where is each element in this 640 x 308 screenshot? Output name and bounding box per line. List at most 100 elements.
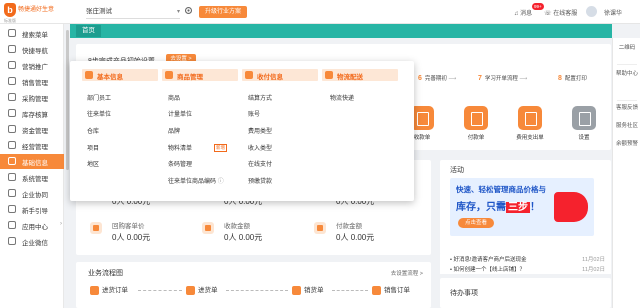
news-date: 11月02日 [582, 257, 605, 263]
menu-item[interactable]: 费用类型 [248, 126, 272, 135]
setup-step[interactable]: 6 完善期初 ⟶ [418, 74, 456, 86]
chevron-down-icon: ▾ [176, 9, 180, 15]
megaphone-icon [554, 192, 588, 222]
menu-item[interactable]: 结算方式 [248, 93, 272, 102]
sidebar-item-label: 基础信息 [22, 160, 48, 167]
sidebar-item-funds[interactable]: 资金管理 [0, 122, 64, 137]
menu-item[interactable]: 项目 [87, 143, 99, 152]
stat-card[interactable]: 付款金额 0人 0.00元 [314, 220, 424, 248]
avatar[interactable] [586, 6, 597, 17]
flow-connector [138, 290, 182, 291]
sidebar-item-inventory[interactable]: 库存核算 [0, 106, 64, 121]
sidebar-item-guide[interactable]: 新手引导 [0, 202, 64, 217]
wallet-icon [8, 125, 16, 133]
menu-group-title: 物流配送 [337, 74, 363, 81]
activity-title: 活动 [450, 167, 464, 174]
menu-item[interactable]: 往来单位 [87, 109, 111, 118]
menu-item[interactable]: 在线支付 [248, 159, 272, 168]
flow-node[interactable]: 销售订单 [372, 284, 410, 296]
rail-feedback[interactable]: 客服反馈 [613, 104, 640, 112]
stat-title: 收款金额 [224, 223, 250, 230]
tab-home[interactable]: 首页 [76, 25, 101, 37]
menu-item[interactable]: 账号 [248, 109, 260, 118]
sidebar-item-label: 应用中心 [22, 224, 48, 231]
flow-node[interactable]: 销货单 [292, 284, 324, 296]
quick-expense[interactable]: 费用支出单 [514, 106, 546, 141]
sidebar-item-apps[interactable]: 应用中心 › [0, 218, 64, 233]
online-service-button[interactable]: ☏ 在线客服 [544, 8, 577, 17]
menu-item[interactable]: 仓库 [87, 126, 99, 135]
rail-help[interactable]: 帮助中心 [613, 70, 640, 78]
menu-item[interactable]: 往来单位商品编码 ⓘ [168, 176, 224, 185]
stat-card[interactable]: 回购客单价 0人 0.00元 [90, 220, 200, 248]
sidebar-item-collaboration[interactable]: 企业协同 [0, 186, 64, 201]
stat-card[interactable]: 收款金额 0人 0.00元 [202, 220, 312, 248]
flow-node-label: 进货单 [198, 287, 218, 294]
app-logo[interactable]: b 畅捷通好生意 标准版 [4, 3, 54, 23]
user-name[interactable]: 徐课华 [604, 8, 622, 17]
messages-button[interactable]: ♫ 消息 [514, 8, 532, 17]
stat-title: 付款金额 [336, 223, 362, 230]
upgrade-plan-button[interactable]: 升级行业方案 [199, 6, 247, 18]
menu-group-header: 收付信息 [242, 69, 318, 81]
online-service-label: 在线客服 [553, 11, 578, 17]
bell-icon: ♫ [514, 11, 519, 17]
sidebar-item-purchase[interactable]: 采购管理 [0, 90, 64, 105]
sidebar-item-marketing[interactable]: 营销推广 [0, 58, 64, 73]
stat-count: 0人 [112, 233, 125, 242]
flag-icon [8, 205, 16, 213]
sidebar-item-system[interactable]: 系统管理 [0, 170, 64, 185]
menu-item[interactable]: 条码管理 [168, 159, 192, 168]
promo-banner[interactable]: 快速、轻松管理商品价格与 库存，只需 三步！ 点击查看 [450, 178, 594, 236]
setup-step[interactable]: 7 学习开单流程 ⟶ [478, 74, 527, 86]
sidebar-scrollbar[interactable] [66, 30, 69, 170]
purchase-order-icon [90, 285, 99, 295]
payment-icon [245, 71, 253, 79]
flow-settings-link[interactable]: 去设置流程 > [391, 269, 423, 277]
quick-label: 设置 [578, 135, 590, 141]
sidebar-item-sales[interactable]: 销售管理 [0, 74, 64, 89]
rail-community[interactable]: 服务社区 [613, 122, 640, 130]
menu-item[interactable]: 品牌 [168, 126, 180, 135]
sidebar-item-search[interactable]: 搜索菜单 [0, 26, 64, 41]
store-select[interactable]: 张庄测试 ▾ [86, 6, 180, 19]
news-date: 11月02日 [582, 267, 605, 273]
gear-icon[interactable] [184, 6, 193, 15]
sidebar-item-basic-info[interactable]: 基础信息 [0, 154, 64, 169]
sidebar-item-label: 营销推广 [22, 64, 48, 71]
menu-item-label: 往来单位商品编码 [168, 179, 217, 185]
sidebar-item-shortcuts[interactable]: 快捷导航 [0, 42, 64, 57]
sidebar-item-operations[interactable]: 经营管理 [0, 138, 64, 153]
news-item[interactable]: • 如何创建一个【线上店铺】？ 11月02日 [450, 265, 605, 273]
menu-item[interactable]: 部门员工 [87, 93, 111, 102]
menu-item[interactable]: 收入类型 [248, 143, 272, 152]
news-text: • 如何创建一个【线上店铺】？ [450, 267, 525, 273]
menu-group-header: 商品管理 [162, 69, 238, 81]
sidebar-item-label: 企业微信 [22, 240, 48, 247]
menu-item[interactable]: 地区 [87, 159, 99, 168]
rail-balance-alert[interactable]: 余额预警 [613, 140, 640, 148]
step-label: 学习开单流程 [484, 76, 518, 82]
compass-icon [8, 45, 16, 53]
setup-step[interactable]: 8 配置打印 [558, 74, 587, 86]
menu-item[interactable]: 计量单位 [168, 109, 192, 118]
flow-node[interactable]: 进货单 [186, 284, 218, 296]
menu-item[interactable]: 预缴贷款 [248, 176, 272, 185]
flow-node-label: 进货订单 [102, 287, 128, 294]
menu-item[interactable]: 物流快递 [330, 93, 354, 102]
todo-panel: 待办事项 [440, 278, 611, 308]
gear-icon [8, 173, 16, 181]
news-item[interactable]: • 好消息!邀请客户商户后送现金 11月02日 [450, 255, 605, 263]
banner-cta-button[interactable]: 点击查看 [458, 218, 494, 228]
flow-node[interactable]: 进货订单 [90, 284, 128, 296]
quick-payment[interactable]: 付款单 [460, 106, 492, 141]
stat-icon [314, 222, 326, 234]
bag-icon [8, 93, 16, 101]
rail-qrcode[interactable]: 二维码 [613, 44, 640, 52]
sidebar-item-wecom[interactable]: 企业微信 [0, 234, 64, 249]
settings-icon [572, 106, 596, 130]
menu-item[interactable]: 商品 [168, 93, 180, 102]
quick-settings[interactable]: 设置 [568, 106, 600, 141]
team-icon [8, 189, 16, 197]
menu-item[interactable]: 物料清单 新增 [168, 143, 228, 153]
